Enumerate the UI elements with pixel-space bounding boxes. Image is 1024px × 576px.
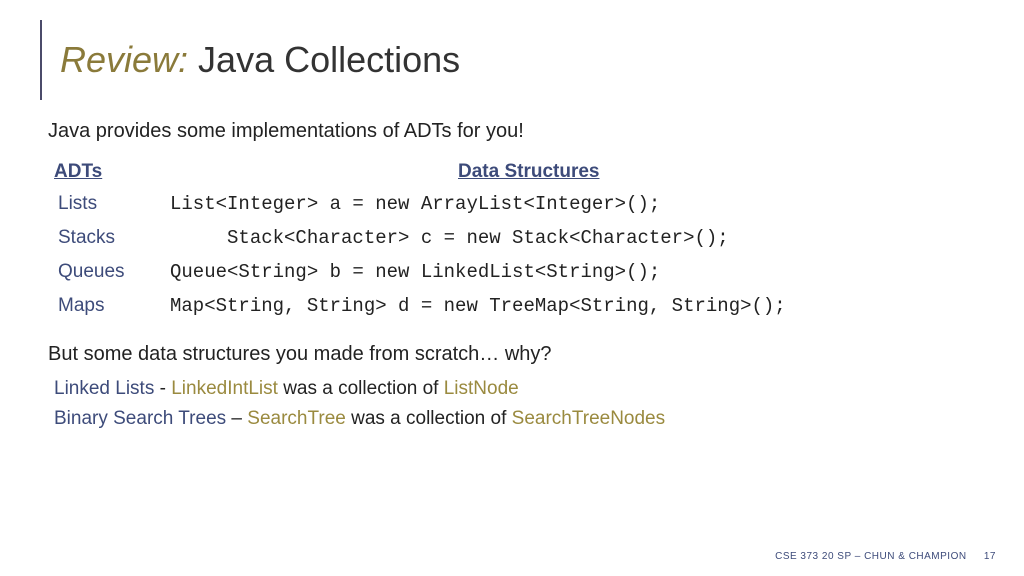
table-row: Maps Map<String, String> d = new TreeMap… xyxy=(48,295,984,317)
code-snippet: List<Integer> a = new ArrayList<Integer>… xyxy=(170,193,660,215)
table-row: Stacks Stack<Character> c = new Stack<Ch… xyxy=(48,227,984,249)
scratch-section: But some data structures you made from s… xyxy=(48,343,984,430)
column-headers: ADTs Data Structures xyxy=(48,161,984,183)
table-row: Lists List<Integer> a = new ArrayList<In… xyxy=(48,193,984,215)
slide-content: Java provides some implementations of AD… xyxy=(48,120,984,438)
scratch-label: Binary Search Trees xyxy=(54,408,226,429)
title-accent: Review: xyxy=(60,39,188,80)
data-structures-header: Data Structures xyxy=(458,161,600,183)
scratch-label: Linked Lists xyxy=(54,378,154,399)
scratch-class: LinkedIntList xyxy=(171,378,278,399)
scratch-node: ListNode xyxy=(444,378,519,399)
adts-header: ADTs xyxy=(48,161,458,183)
code-snippet: Stack<Character> c = new Stack<Character… xyxy=(170,227,729,249)
question-text: But some data structures you made from s… xyxy=(48,343,984,366)
title-main: Java Collections xyxy=(188,39,460,80)
title-bar: Review: Java Collections xyxy=(40,20,460,100)
slide-footer: CSE 373 20 SP – CHUN & CHAMPION 17 xyxy=(775,551,996,562)
course-label: CSE 373 20 SP – CHUN & CHAMPION xyxy=(775,551,967,562)
slide-title: Review: Java Collections xyxy=(60,39,460,81)
intro-text: Java provides some implementations of AD… xyxy=(48,120,984,143)
scratch-node: SearchTreeNodes xyxy=(512,408,665,429)
slide-number: 17 xyxy=(984,551,996,562)
table-row: Queues Queue<String> b = new LinkedList<… xyxy=(48,261,984,283)
scratch-class: SearchTree xyxy=(247,408,346,429)
scratch-line: Binary Search Trees – SearchTree was a c… xyxy=(48,408,984,430)
adt-label: Queues xyxy=(48,261,170,283)
adt-label: Maps xyxy=(48,295,170,317)
code-snippet: Map<String, String> d = new TreeMap<Stri… xyxy=(170,295,786,317)
code-snippet: Queue<String> b = new LinkedList<String>… xyxy=(170,261,660,283)
scratch-line: Linked Lists - LinkedIntList was a colle… xyxy=(48,378,984,400)
adt-label: Stacks xyxy=(48,227,170,249)
adt-label: Lists xyxy=(48,193,170,215)
